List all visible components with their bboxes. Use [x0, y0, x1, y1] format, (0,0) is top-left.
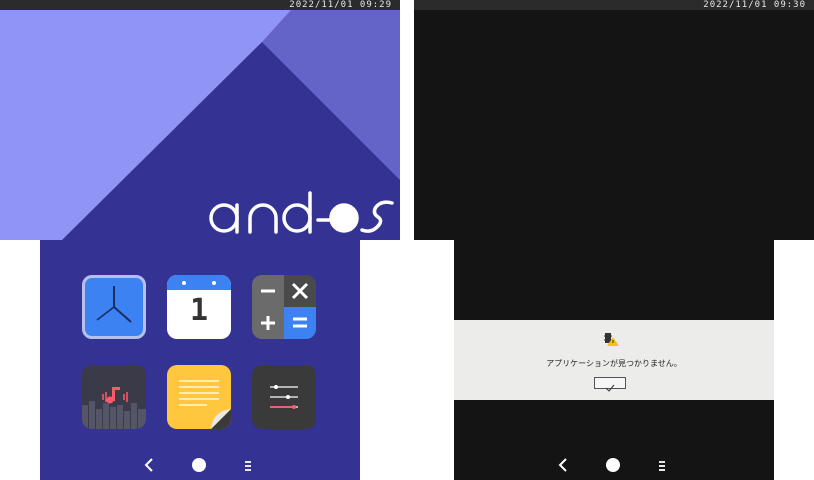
- calendar-day: 1: [189, 293, 209, 328]
- right-bottom-screen: アプリケーションが見つかりません。: [454, 240, 774, 480]
- calendar-header: [167, 275, 231, 290]
- calendar-ring: [182, 281, 186, 285]
- home-circle-icon: [606, 458, 620, 472]
- error-dialog: アプリケーションが見つかりません。: [454, 320, 774, 400]
- right-top-screen: 2022/11/01 09:30: [414, 0, 814, 240]
- status-time: 2022/11/01 09:30: [703, 0, 806, 10]
- settings-app-icon[interactable]: [252, 365, 316, 429]
- menu-icon: [245, 461, 251, 471]
- menu-icon: [659, 461, 665, 471]
- ok-button[interactable]: [594, 377, 626, 392]
- menu-button[interactable]: [655, 458, 669, 472]
- status-time: 2022/11/01 09:29: [289, 0, 392, 10]
- calendar-app-icon[interactable]: 1: [167, 275, 231, 339]
- home-button[interactable]: [605, 457, 621, 473]
- wallpaper: [0, 0, 400, 240]
- sliders-icon: [270, 385, 298, 409]
- calculator-app-icon[interactable]: [252, 275, 316, 339]
- notes-app-icon[interactable]: [167, 365, 231, 429]
- calendar-ring: [212, 281, 216, 285]
- left-bottom-screen: 1: [40, 240, 360, 480]
- calculator-icon: [252, 275, 316, 339]
- status-bar: 2022/11/01 09:30: [414, 0, 814, 10]
- back-button[interactable]: [556, 455, 570, 475]
- music-app-icon[interactable]: [82, 365, 146, 429]
- dialog-message: アプリケーションが見つかりません。: [546, 359, 682, 368]
- status-bar: 2022/11/01 09:29: [0, 0, 400, 10]
- check-icon: [605, 384, 615, 392]
- back-button[interactable]: [142, 455, 156, 475]
- clock-icon: [96, 286, 132, 323]
- clock-app-icon[interactable]: [82, 275, 146, 339]
- home-button[interactable]: [191, 457, 207, 473]
- music-icon: [82, 387, 146, 429]
- chevron-left-icon: [558, 458, 567, 472]
- menu-button[interactable]: [241, 458, 255, 472]
- warning-icon: [604, 333, 619, 346]
- chevron-left-icon: [144, 458, 153, 472]
- left-top-screen: 2022/11/01 09:29: [0, 0, 400, 240]
- notes-icon: [179, 380, 231, 429]
- home-circle-icon: [192, 458, 206, 472]
